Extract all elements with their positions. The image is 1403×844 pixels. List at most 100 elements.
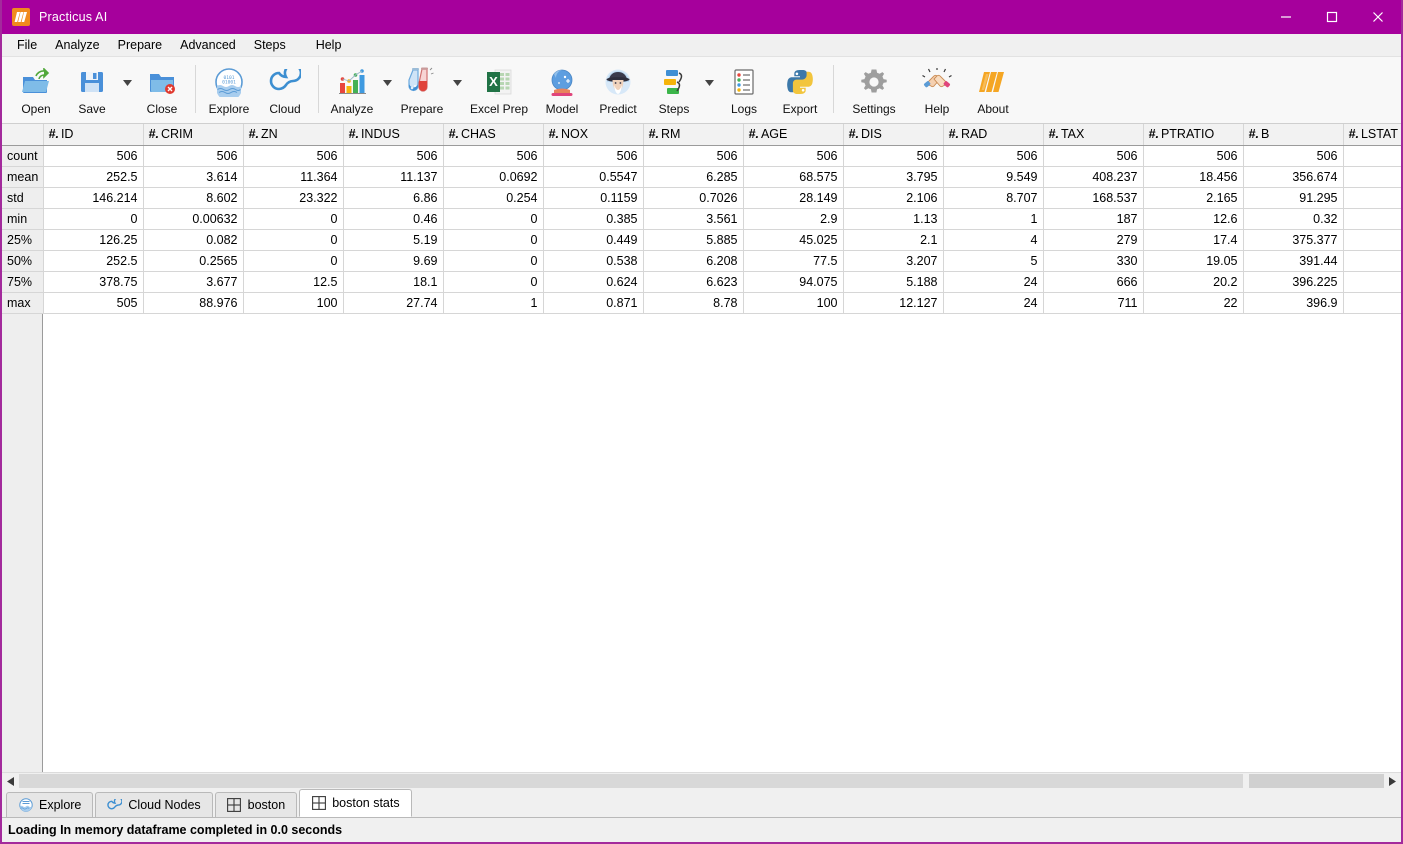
toolbar-button-about[interactable]: About (965, 61, 1021, 121)
cell[interactable]: 0.082 (143, 229, 243, 250)
cell[interactable]: 506 (1243, 145, 1343, 166)
cell[interactable]: 506 (643, 145, 743, 166)
cell[interactable]: 12.5 (243, 271, 343, 292)
close-icon[interactable] (1355, 0, 1401, 34)
cell[interactable]: 0.46 (343, 208, 443, 229)
cell[interactable]: 666 (1043, 271, 1143, 292)
toolbar-button-excel-prep[interactable]: X Excel Prep (464, 61, 534, 121)
cell[interactable]: 0.385 (543, 208, 643, 229)
menu-item-file[interactable]: File (8, 36, 46, 54)
cell[interactable]: 3.207 (843, 250, 943, 271)
table-row[interactable]: max 505 88.976 100 27.74 1 0.871 8.78 10… (2, 292, 1401, 313)
row-header[interactable]: 50% (2, 250, 43, 271)
cell[interactable]: 11.364 (243, 166, 343, 187)
cell[interactable]: 9.549 (943, 166, 1043, 187)
table-row[interactable]: std 146.214 8.602 23.322 6.86 0.254 0.11… (2, 187, 1401, 208)
cell[interactable]: 18.1 (343, 271, 443, 292)
cell[interactable]: 0 (443, 271, 543, 292)
cell[interactable]: 0 (443, 229, 543, 250)
cell[interactable]: 12.6 (1143, 208, 1243, 229)
cell[interactable] (1343, 292, 1401, 313)
cell[interactable]: 27.74 (343, 292, 443, 313)
cell[interactable]: 8.707 (943, 187, 1043, 208)
cell[interactable]: 5.19 (343, 229, 443, 250)
cell[interactable]: 0.538 (543, 250, 643, 271)
cell[interactable]: 24 (943, 271, 1043, 292)
column-header-dis[interactable]: #.DIS (843, 124, 943, 145)
cell[interactable]: 2.1 (843, 229, 943, 250)
cell[interactable]: 2.9 (743, 208, 843, 229)
cell[interactable]: 3.614 (143, 166, 243, 187)
column-header-b[interactable]: #.B (1243, 124, 1343, 145)
cell[interactable]: 88.976 (143, 292, 243, 313)
toolbar-button-save[interactable]: Save (64, 61, 120, 121)
cell[interactable]: 0 (243, 229, 343, 250)
column-header-lstat[interactable]: #.LSTAT (1343, 124, 1401, 145)
cell[interactable]: 506 (743, 145, 843, 166)
cell[interactable]: 0.0692 (443, 166, 543, 187)
scrollbar-thumb-secondary[interactable] (1249, 774, 1384, 788)
toolbar-button-model[interactable]: Model (534, 61, 590, 121)
row-header[interactable]: min (2, 208, 43, 229)
cell[interactable]: 17.4 (1143, 229, 1243, 250)
tab-boston-stats[interactable]: boston stats (299, 789, 411, 817)
toolbar-button-predict[interactable]: Predict (590, 61, 646, 121)
column-header-crim[interactable]: #.CRIM (143, 124, 243, 145)
row-header[interactable]: max (2, 292, 43, 313)
cell[interactable]: 0 (243, 208, 343, 229)
cell[interactable]: 168.537 (1043, 187, 1143, 208)
cell[interactable]: 8.602 (143, 187, 243, 208)
cell[interactable]: 100 (243, 292, 343, 313)
cell[interactable]: 4 (943, 229, 1043, 250)
table-row[interactable]: min 0 0.00632 0 0.46 0 0.385 3.561 2.9 1… (2, 208, 1401, 229)
cell[interactable]: 5.188 (843, 271, 943, 292)
toolbar-button-export[interactable]: Export (772, 61, 828, 121)
cell[interactable]: 1.13 (843, 208, 943, 229)
cell[interactable]: 408.237 (1043, 166, 1143, 187)
cell[interactable]: 94.075 (743, 271, 843, 292)
cell[interactable]: 506 (543, 145, 643, 166)
cell[interactable]: 330 (1043, 250, 1143, 271)
cell[interactable]: 6.208 (643, 250, 743, 271)
table-row[interactable]: count 506 506 506 506 506 506 506 506 50… (2, 145, 1401, 166)
cell[interactable]: 0.254 (443, 187, 543, 208)
cell[interactable]: 100 (743, 292, 843, 313)
horizontal-scrollbar[interactable] (2, 772, 1401, 789)
toolbar-button-help[interactable]: Help (909, 61, 965, 121)
table-row[interactable]: 25% 126.25 0.082 0 5.19 0 0.449 5.885 45… (2, 229, 1401, 250)
cell[interactable]: 506 (43, 145, 143, 166)
cell[interactable]: 0.1159 (543, 187, 643, 208)
tab-explore[interactable]: Explore (6, 792, 93, 817)
column-header-rad[interactable]: #.RAD (943, 124, 1043, 145)
cell[interactable]: 0.2565 (143, 250, 243, 271)
menu-item-advanced[interactable]: Advanced (171, 36, 245, 54)
cell[interactable]: 378.75 (43, 271, 143, 292)
cell[interactable]: 0.624 (543, 271, 643, 292)
cell[interactable]: 2.106 (843, 187, 943, 208)
cell[interactable]: 506 (443, 145, 543, 166)
menu-item-help[interactable]: Help (307, 36, 351, 54)
menu-item-steps[interactable]: Steps (245, 36, 295, 54)
tab-cloud-nodes[interactable]: Cloud Nodes (95, 792, 212, 817)
cell[interactable]: 0.00632 (143, 208, 243, 229)
cell[interactable]: 45.025 (743, 229, 843, 250)
toolbar-button-open[interactable]: Open (8, 61, 64, 121)
cell[interactable]: 0 (443, 250, 543, 271)
column-header-age[interactable]: #.AGE (743, 124, 843, 145)
cell[interactable]: 68.575 (743, 166, 843, 187)
analyze-dropdown-chevron-down-icon[interactable] (380, 61, 394, 121)
maximize-icon[interactable] (1309, 0, 1355, 34)
table-row[interactable]: 50% 252.5 0.2565 0 9.69 0 0.538 6.208 77… (2, 250, 1401, 271)
cell[interactable]: 9.69 (343, 250, 443, 271)
cell[interactable]: 24 (943, 292, 1043, 313)
scrollbar-thumb[interactable] (19, 774, 1243, 788)
toolbar-button-logs[interactable]: Logs (716, 61, 772, 121)
cell[interactable]: 146.214 (43, 187, 143, 208)
toolbar-button-analyze[interactable]: Analyze (324, 61, 380, 121)
cell[interactable] (1343, 229, 1401, 250)
cell[interactable]: 252.5 (43, 250, 143, 271)
cell[interactable]: 11.137 (343, 166, 443, 187)
scroll-left-icon[interactable] (2, 773, 19, 789)
cell[interactable] (1343, 250, 1401, 271)
cell[interactable]: 375.377 (1243, 229, 1343, 250)
